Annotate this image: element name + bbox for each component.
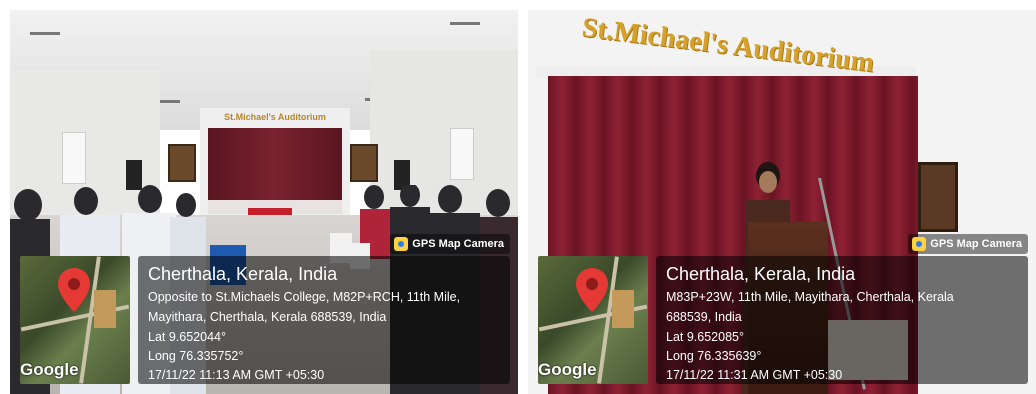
location-info-box: GPS Map Camera Cherthala, Kerala, India … xyxy=(656,234,1028,384)
map-thumbnail: Google xyxy=(20,256,130,384)
gps-overlay: Google GPS Map Camera Cherthala, Kerala,… xyxy=(20,234,510,386)
ceiling-fan xyxy=(30,32,60,35)
portrait xyxy=(350,144,378,182)
location-title: Cherthala, Kerala, India xyxy=(666,264,856,284)
address-line-2: 688539, India xyxy=(666,310,742,324)
gps-camera-icon xyxy=(394,237,409,251)
longitude: Long 76.335752° xyxy=(148,349,244,363)
portrait xyxy=(168,144,196,182)
window xyxy=(450,128,474,180)
longitude: Long 76.335639° xyxy=(666,349,762,363)
latitude: Lat 9.652085° xyxy=(666,330,744,344)
photo-right: St.Michael's Auditorium Google GPS Map C… xyxy=(528,10,1036,394)
badge-label: GPS Map Camera xyxy=(412,238,504,250)
gps-map-camera-badge: GPS Map Camera xyxy=(908,234,1028,254)
ceiling-fan xyxy=(450,22,480,25)
gps-map-camera-badge: GPS Map Camera xyxy=(390,234,510,254)
location-title: Cherthala, Kerala, India xyxy=(148,264,338,284)
latitude: Lat 9.652044° xyxy=(148,330,226,344)
map-thumbnail: Google xyxy=(538,256,648,384)
location-info-box: GPS Map Camera Cherthala, Kerala, India … xyxy=(138,234,510,384)
portrait xyxy=(918,162,958,232)
address-line-1: M83P+23W, 11th Mile, Mayithara, Cherthal… xyxy=(666,290,954,304)
stage-signage: St.Michael's Auditorium xyxy=(224,112,326,122)
badge-label: GPS Map Camera xyxy=(930,238,1022,250)
google-logo: Google xyxy=(538,360,597,379)
google-logo: Google xyxy=(20,360,79,379)
address-line-2: Mayithara, Cherthala, Kerala 688539, Ind… xyxy=(148,310,387,324)
timestamp: 17/11/22 11:31 AM GMT +05:30 xyxy=(666,368,843,382)
map-pin-icon xyxy=(58,268,90,312)
address-line-1: Opposite to St.Michaels College, M82P+RC… xyxy=(148,290,461,304)
photo-left: St.Michael's Auditorium Google GPS Map C… xyxy=(10,10,518,394)
map-pin-icon xyxy=(576,268,608,312)
gps-overlay: Google GPS Map Camera Cherthala, Kerala,… xyxy=(538,234,1028,386)
window xyxy=(62,132,86,184)
timestamp: 17/11/22 11:13 AM GMT +05:30 xyxy=(148,368,325,382)
gps-camera-icon xyxy=(912,237,927,251)
